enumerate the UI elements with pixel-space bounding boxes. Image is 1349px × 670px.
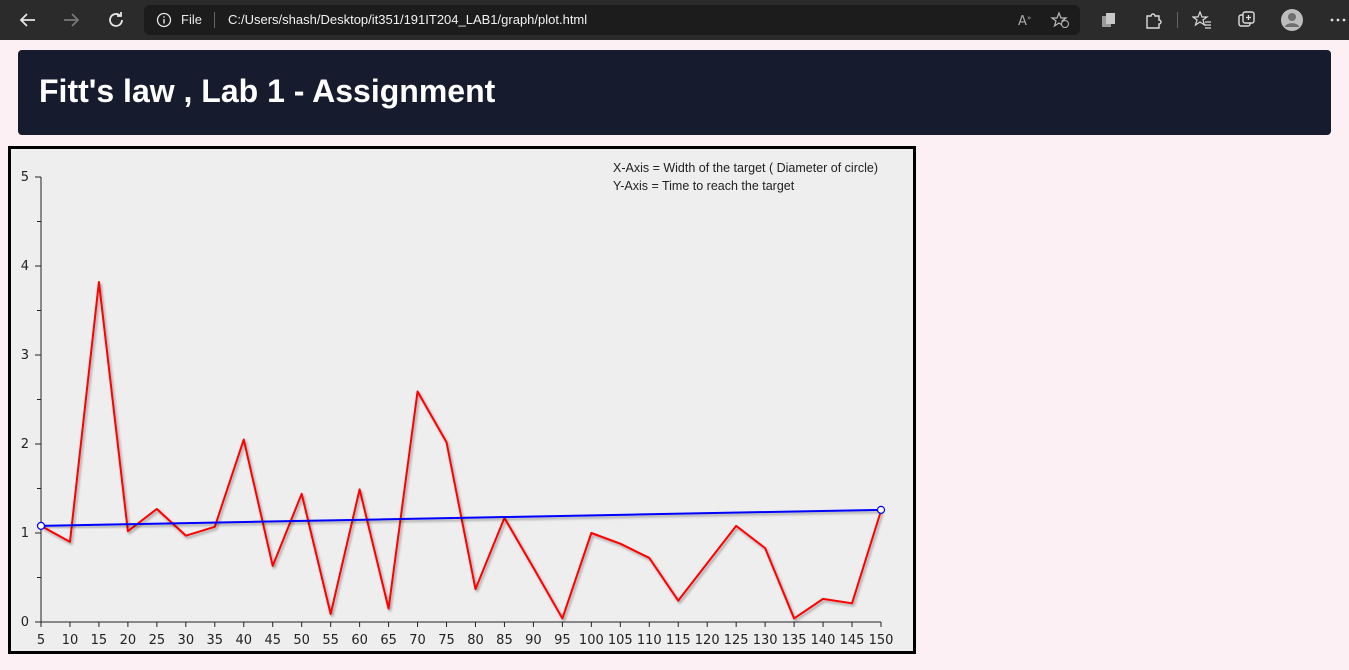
- x-tick-label: 60: [351, 633, 368, 648]
- x-tick-label: 65: [380, 633, 397, 648]
- read-aloud-icon[interactable]: A»: [1016, 11, 1036, 29]
- refresh-icon: [109, 12, 123, 27]
- collections-icon[interactable]: [1099, 10, 1119, 30]
- y-tick-label: 3: [21, 348, 29, 363]
- x-tick-label: 50: [293, 633, 310, 648]
- add-favorite-icon[interactable]: [1050, 11, 1070, 29]
- x-tick-label: 115: [666, 633, 691, 648]
- y-tick-label: 4: [21, 259, 29, 274]
- toolbar-separator: [1177, 12, 1178, 28]
- x-tick-label: 40: [235, 633, 252, 648]
- tab-collections-icon[interactable]: [1236, 10, 1256, 30]
- browser-toolbar: File C:/Users/shash/Desktop/it351/191IT2…: [0, 0, 1349, 40]
- x-tick-label: 10: [62, 633, 79, 648]
- x-tick-label: 85: [496, 633, 513, 648]
- x-tick-label: 120: [695, 633, 720, 648]
- x-tick-label: 110: [637, 633, 662, 648]
- svg-text:»: »: [1027, 14, 1031, 22]
- x-tick-label: 150: [869, 633, 894, 648]
- file-scheme-label: File: [181, 12, 202, 27]
- url-text[interactable]: C:/Users/shash/Desktop/it351/191IT204_LA…: [228, 12, 587, 27]
- trend-point-marker: [876, 505, 886, 514]
- x-tick-label: 80: [467, 633, 484, 648]
- more-options-icon[interactable]: [1328, 10, 1348, 30]
- legend-line-x-axis: X-Axis = Width of the target ( Diameter …: [613, 161, 879, 175]
- favorites-icon[interactable]: [1192, 10, 1212, 30]
- x-tick-label: 145: [840, 633, 865, 648]
- x-tick-label: 55: [322, 633, 339, 648]
- series-time-line: [40, 281, 882, 620]
- y-tick-label: 2: [21, 437, 29, 452]
- x-tick-label: 35: [207, 633, 224, 648]
- y-tick-label: 5: [21, 170, 29, 185]
- trend-point-marker: [36, 521, 46, 530]
- page-header: Fitt's law , Lab 1 - Assignment: [18, 50, 1331, 135]
- address-separator: [214, 12, 215, 28]
- back-arrow-icon: [19, 13, 35, 27]
- x-tick-label: 130: [753, 633, 778, 648]
- chart-container: 0 1 2 3 4 5 5 10 15 20 25 30 35 40 45 50 55 60 65 70 75 80 85 9…: [8, 146, 916, 654]
- forward-button[interactable]: [56, 5, 86, 35]
- x-tick-label: 75: [438, 633, 455, 648]
- x-tick-label: 140: [811, 633, 836, 648]
- x-tick-label: 45: [264, 633, 281, 648]
- y-tick-label: 1: [21, 526, 29, 541]
- extensions-icon[interactable]: [1143, 10, 1163, 30]
- forward-arrow-icon: [64, 13, 80, 27]
- profile-avatar-icon[interactable]: [1280, 8, 1304, 32]
- back-button[interactable]: [13, 5, 43, 35]
- x-tick-label: 30: [178, 633, 195, 648]
- x-tick-label: 90: [525, 633, 542, 648]
- x-tick-label: 135: [782, 633, 807, 648]
- refresh-button[interactable]: [101, 5, 131, 35]
- page-title: Fitt's law , Lab 1 - Assignment: [39, 73, 496, 109]
- y-tick-label: 0: [21, 615, 29, 630]
- x-tick-label: 105: [608, 633, 633, 648]
- x-tick-label: 125: [724, 633, 749, 648]
- address-bar[interactable]: File C:/Users/shash/Desktop/it351/191IT2…: [144, 5, 1080, 35]
- x-tick-label: 95: [554, 633, 571, 648]
- x-tick-label: 25: [149, 633, 166, 648]
- legend-line-y-axis: Y-Axis = Time to reach the target: [613, 179, 795, 193]
- x-tick-label: 100: [579, 633, 604, 648]
- svg-text:A: A: [1018, 14, 1027, 29]
- x-tick-label: 5: [37, 633, 45, 648]
- x-tick-label: 20: [120, 633, 137, 648]
- info-icon[interactable]: [156, 12, 172, 28]
- x-tick-label: 70: [409, 633, 426, 648]
- chart-legend: X-Axis = Width of the target ( Diameter …: [613, 159, 878, 195]
- line-chart: 0123455 10 15 20 25 30 35 40 45 50 55 60 65 70 75 80 85 9…: [21, 170, 894, 648]
- x-tick-label: 15: [91, 633, 108, 648]
